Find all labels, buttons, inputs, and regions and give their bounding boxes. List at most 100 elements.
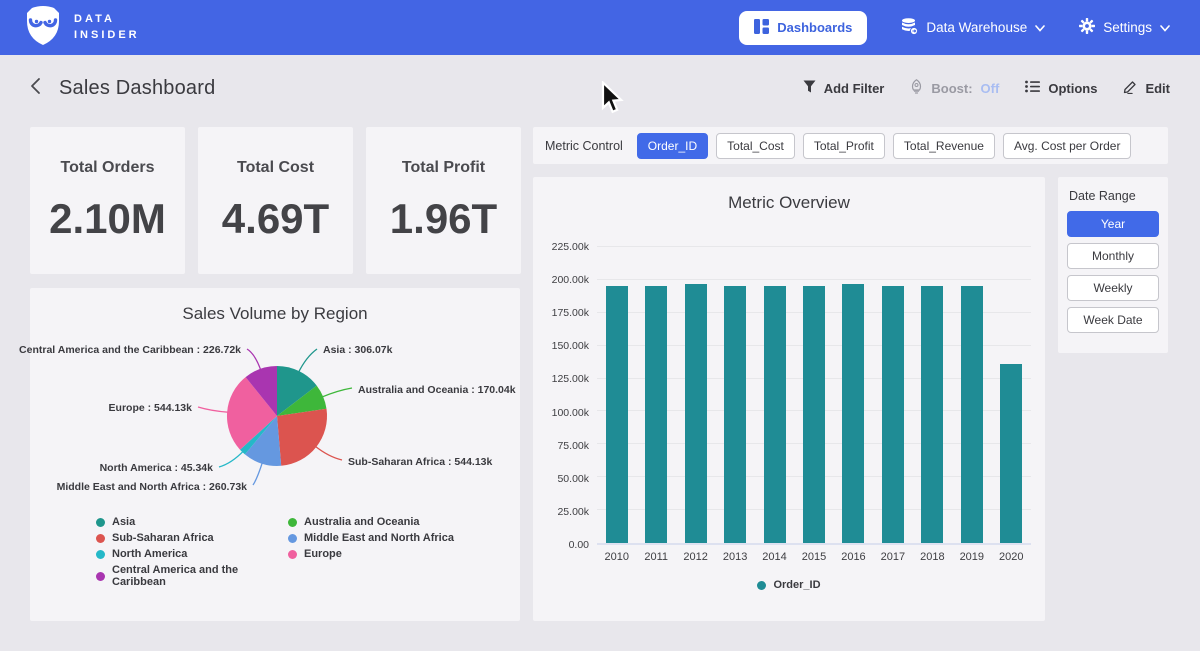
data-warehouse-label: Data Warehouse — [926, 20, 1027, 35]
edit-button[interactable]: Edit — [1123, 80, 1170, 97]
boost-toggle[interactable]: Boost: Off — [910, 79, 999, 97]
pie-slice-label: Asia : 306.07k — [323, 344, 393, 356]
dashboards-label: Dashboards — [777, 20, 852, 35]
x-tick-label: 2012 — [676, 551, 715, 563]
pie-leader-line — [247, 349, 261, 371]
database-icon — [901, 18, 918, 38]
date-range-label: Date Range — [1069, 189, 1159, 203]
x-tick-label: 2011 — [636, 551, 675, 563]
dashboards-button[interactable]: Dashboards — [739, 11, 867, 45]
bar-2016[interactable] — [842, 284, 864, 543]
boost-state: Off — [981, 81, 1000, 96]
y-tick-label: 0.00 — [569, 539, 589, 551]
bar-2012[interactable] — [685, 284, 707, 543]
metric-option-total-cost[interactable]: Total_Cost — [716, 133, 795, 159]
kpi-card-total-profit: Total Profit 1.96T — [366, 127, 521, 274]
legend-dot — [96, 550, 105, 559]
brand[interactable]: DATA INSIDER — [24, 5, 140, 50]
pie-chart[interactable]: Asia : 306.07kAustralia and Oceania : 17… — [30, 324, 520, 510]
settings-menu[interactable]: Settings — [1079, 18, 1170, 37]
legend-label: Order_ID — [773, 579, 820, 591]
pie-leader-line — [315, 446, 342, 460]
metric-option-avg-cost-per-order[interactable]: Avg. Cost per Order — [1003, 133, 1132, 159]
kpi-value: 4.69T — [222, 195, 329, 243]
legend-text: Middle East and North Africa — [304, 532, 454, 544]
x-tick-label: 2014 — [755, 551, 794, 563]
pie-slice-sub-saharan-africa[interactable] — [277, 409, 327, 466]
rocket-icon — [910, 79, 923, 97]
metric-option-total-revenue[interactable]: Total_Revenue — [893, 133, 995, 159]
metric-overview-panel: Metric Overview 0.0025.00k50.00k75.00k10… — [533, 177, 1045, 621]
metric-control-bar: Metric Control Order_ID Total_Cost Total… — [533, 127, 1168, 164]
date-range-weekly-button[interactable]: Weekly — [1067, 275, 1159, 301]
top-navbar: DATA INSIDER Dashboards — [0, 0, 1200, 55]
legend-item[interactable]: Europe — [288, 548, 520, 560]
kpi-label: Total Orders — [61, 159, 155, 177]
x-axis-labels: 2010201120122013201420152016201720182019… — [597, 551, 1031, 563]
y-tick-label: 25.00k — [557, 506, 589, 518]
y-axis-labels: 0.0025.00k50.00k75.00k100.00k125.00k150.… — [533, 247, 589, 545]
pie-leader-line — [321, 388, 352, 397]
legend-dot — [288, 534, 297, 543]
x-tick-label: 2019 — [952, 551, 991, 563]
date-range-panel: Date Range Year Monthly Weekly Week Date — [1058, 177, 1168, 353]
bar-2018[interactable] — [921, 286, 943, 543]
date-range-monthly-button[interactable]: Monthly — [1067, 243, 1159, 269]
bar-2015[interactable] — [803, 286, 825, 543]
y-tick-label: 225.00k — [552, 241, 589, 253]
date-range-year-button[interactable]: Year — [1067, 211, 1159, 237]
legend-dot — [96, 572, 105, 581]
y-tick-label: 75.00k — [557, 440, 589, 452]
legend-item[interactable]: Asia — [96, 516, 288, 528]
metric-option-total-profit[interactable]: Total_Profit — [803, 133, 885, 159]
owl-logo-icon — [24, 5, 62, 50]
kpi-card-total-cost: Total Cost 4.69T — [198, 127, 353, 274]
metric-option-order-id[interactable]: Order_ID — [637, 133, 708, 159]
bar-chart-plot[interactable] — [597, 247, 1031, 545]
date-range-week-date-button[interactable]: Week Date — [1067, 307, 1159, 333]
y-tick-label: 125.00k — [552, 373, 589, 385]
brand-text: DATA INSIDER — [74, 12, 140, 44]
pie-leader-line — [198, 407, 229, 412]
x-tick-label: 2017 — [873, 551, 912, 563]
kpi-label: Total Cost — [237, 159, 314, 177]
y-tick-label: 150.00k — [552, 340, 589, 352]
bar-2011[interactable] — [645, 286, 667, 543]
pie-slice-label: Central America and the Caribbean : 226.… — [19, 344, 241, 356]
options-button[interactable]: Options — [1025, 80, 1097, 96]
metric-control-label: Metric Control — [545, 139, 623, 153]
legend-item[interactable]: North America — [96, 548, 288, 560]
legend-dot — [96, 534, 105, 543]
legend-text: Europe — [304, 548, 342, 560]
legend-text: Australia and Oceania — [304, 516, 420, 528]
x-tick-label: 2020 — [992, 551, 1031, 563]
kpi-card-total-orders: Total Orders 2.10M — [30, 127, 185, 274]
bar-2013[interactable] — [724, 286, 746, 543]
bar-2020[interactable] — [1000, 364, 1022, 543]
pie-legend: Asia Australia and Oceania Sub-Saharan Afr… — [96, 516, 520, 588]
x-tick-label: 2010 — [597, 551, 636, 563]
x-tick-label: 2015 — [794, 551, 833, 563]
legend-dot — [288, 550, 297, 559]
pie-slice-label: Sub-Saharan Africa : 544.13k — [348, 456, 492, 468]
chevron-down-icon — [1160, 20, 1170, 35]
bar-2010[interactable] — [606, 286, 628, 543]
legend-item[interactable]: Sub-Saharan Africa — [96, 532, 288, 544]
legend-text: Sub-Saharan Africa — [112, 532, 214, 544]
bar-2017[interactable] — [882, 286, 904, 543]
legend-dot — [757, 581, 766, 590]
legend-text: North America — [112, 548, 187, 560]
data-warehouse-menu[interactable]: Data Warehouse — [901, 18, 1045, 38]
edit-pencil-icon — [1123, 80, 1137, 97]
bar-2019[interactable] — [961, 286, 983, 543]
bar-2014[interactable] — [764, 286, 786, 543]
y-tick-label: 100.00k — [552, 407, 589, 419]
add-filter-button[interactable]: Add Filter — [803, 80, 885, 96]
back-chevron-icon[interactable] — [30, 77, 41, 100]
legend-item[interactable]: Middle East and North Africa — [288, 532, 520, 544]
legend-item[interactable]: Australia and Oceania — [288, 516, 520, 528]
legend-item[interactable]: Central America and the Caribbean — [96, 564, 288, 588]
kpi-value: 1.96T — [390, 195, 497, 243]
pie-slice-label: Middle East and North Africa : 260.73k — [57, 481, 248, 493]
y-tick-label: 175.00k — [552, 307, 589, 319]
